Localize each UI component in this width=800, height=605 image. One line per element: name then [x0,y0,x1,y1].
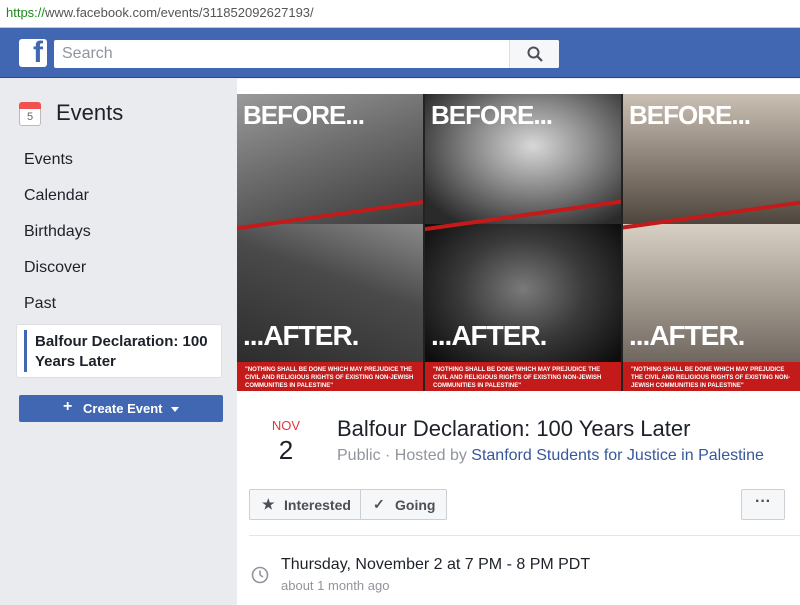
chevron-down-icon [171,407,179,412]
plus-icon: + [63,398,73,415]
event-meta: Public · Hosted by Stanford Students for… [337,447,764,465]
event-time: Thursday, November 2 at 7 PM - 8 PM PDT [281,556,591,573]
event-cover-photo[interactable]: BEFORE... ...AFTER. "NOTHING SHALL BE DO… [237,94,800,391]
cover-panel-1: BEFORE... ...AFTER. "NOTHING SHALL BE DO… [237,94,423,391]
search-button[interactable] [509,40,559,68]
going-label: Going [395,497,436,513]
event-host-link[interactable]: Stanford Students for Justice in Palesti… [471,447,764,464]
address-bar[interactable]: https://www.facebook.com/events/31185209… [0,0,800,28]
cover-after-text-2: ...AFTER. [431,320,547,351]
event-time-relative: about 1 month ago [281,578,390,593]
more-options-button[interactable]: ··· [741,489,785,520]
cover-before-text-2: BEFORE... [431,100,553,130]
star-icon: ★ [262,496,275,512]
event-date-day: 2 [278,435,294,465]
event-privacy: Public · Hosted by [337,447,472,464]
interested-label: Interested [284,497,351,513]
create-event-button[interactable]: + Create Event [19,395,223,422]
url-path: www.facebook.com/events/311852092627193/ [45,5,314,20]
cover-before-text-3: BEFORE... [629,100,751,130]
create-event-label: Create Event [83,401,163,416]
checkmark-icon: ✓ [373,496,385,512]
url-text[interactable]: https://www.facebook.com/events/31185209… [6,5,314,20]
section-divider [249,535,800,536]
search-icon [527,46,543,62]
calendar-icon: 5 [19,102,41,126]
facebook-top-bar: f [0,28,800,78]
sidebar-item-discover[interactable]: Discover [24,259,86,277]
cover-quote-text-3: "NOTHING SHALL BE DONE WHICH MAY PREJUDI… [623,362,800,391]
clock-icon [251,566,269,584]
cover-after-text: ...AFTER. [243,320,359,351]
active-indicator [24,330,27,372]
event-date-month: NOV [271,418,301,433]
facebook-logo-icon[interactable]: f [19,36,47,69]
event-main-panel: BEFORE... ...AFTER. "NOTHING SHALL BE DO… [237,79,800,605]
url-protocol: https:// [6,5,46,20]
rsvp-button-group: ★ Interested ✓ Going [249,489,447,520]
sidebar-item-birthdays[interactable]: Birthdays [24,223,91,241]
sidebar-item-calendar[interactable]: Calendar [24,187,89,205]
search-input[interactable] [54,40,506,68]
cover-before-text: BEFORE... [243,100,365,130]
sidebar-item-current-event-label: Balfour Declaration: 100 Years Later [35,333,208,370]
sidebar-item-past[interactable]: Past [24,295,56,313]
left-sidebar: 5 Events Events Calendar Birthdays Disco… [0,79,237,605]
search-box [54,40,559,68]
sidebar-title: Events [56,100,124,125]
cover-quote-text-2: "NOTHING SHALL BE DONE WHICH MAY PREJUDI… [425,362,621,391]
sidebar-item-current-event[interactable]: Balfour Declaration: 100 Years Later [16,324,222,378]
sidebar-item-events[interactable]: Events [24,151,73,169]
cover-after-text-3: ...AFTER. [629,320,745,351]
cover-quote-text: "NOTHING SHALL BE DONE WHICH MAY PREJUDI… [237,362,423,391]
interested-button[interactable]: ★ Interested [250,490,360,519]
cover-panel-2: BEFORE... ...AFTER. "NOTHING SHALL BE DO… [425,94,621,391]
cover-panel-3: BEFORE... ...AFTER. "NOTHING SHALL BE DO… [623,94,800,391]
going-button[interactable]: ✓ Going [361,490,446,519]
event-title: Balfour Declaration: 100 Years Later [337,416,691,441]
